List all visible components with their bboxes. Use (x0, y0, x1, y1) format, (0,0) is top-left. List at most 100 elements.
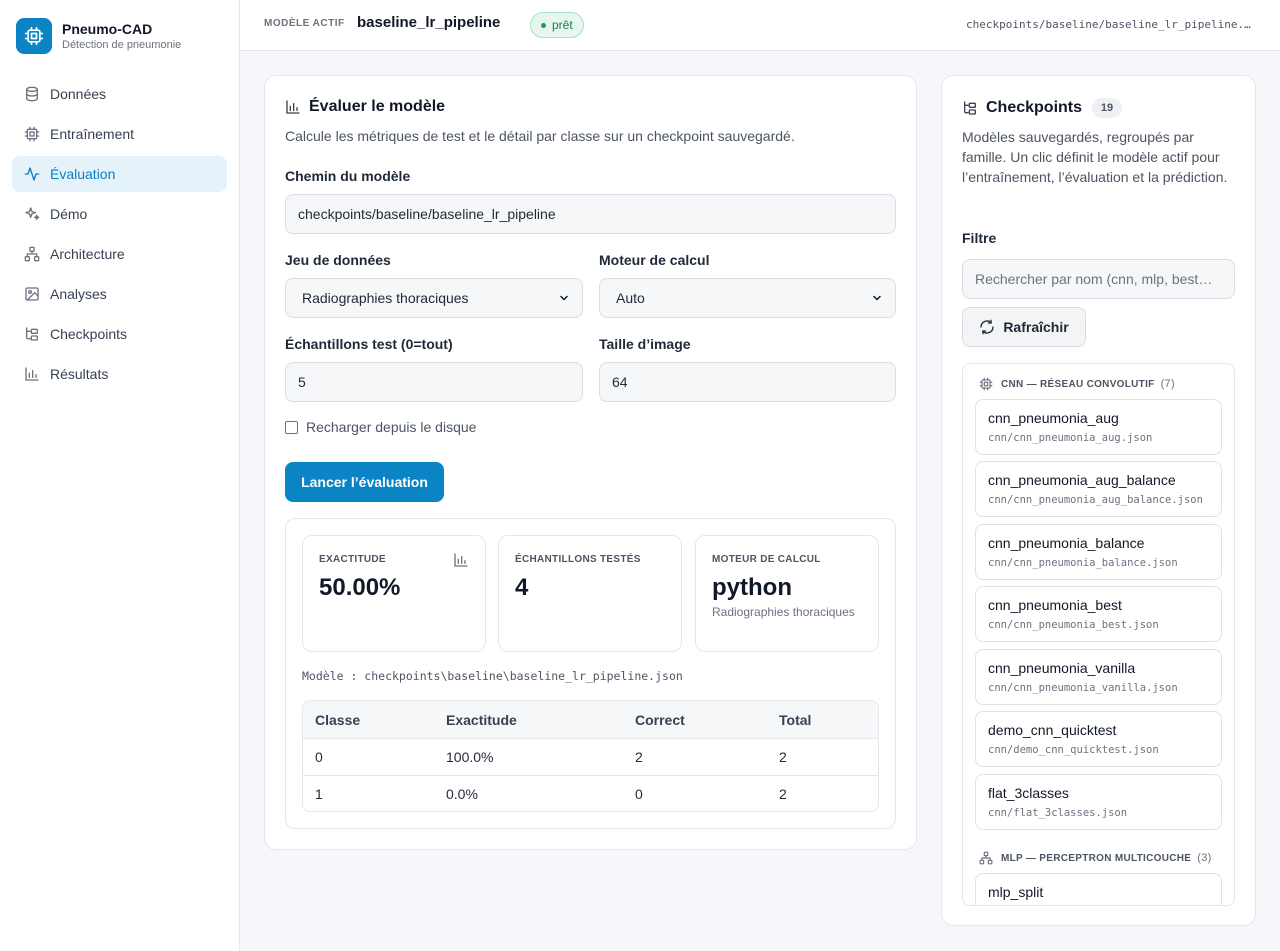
reload-checkbox[interactable] (285, 420, 298, 434)
active-model-name: baseline_lr_pipeline (357, 14, 501, 31)
sparkles-icon (25, 207, 40, 220)
active-model-path: checkpoints/baseline/baseline_lr_pipelin… (966, 18, 1256, 31)
checkpoint-name: mlp_split (988, 884, 1044, 900)
reload-checkbox-row[interactable]: Recharger depuis le disque (285, 419, 476, 435)
network-icon (24, 246, 40, 262)
samples-value: 5 (298, 374, 306, 390)
refresh-icon (980, 319, 994, 335)
checkpoints-description: Modèles sauvegardés, regroupés par famil… (962, 129, 1228, 185)
model-path-label: Chemin du modèle (285, 168, 411, 184)
sidebar-item-label: Entraînement (50, 126, 135, 142)
image-size-input[interactable]: 64 (599, 362, 896, 402)
sidebar-item-donnees[interactable]: Données (12, 76, 227, 112)
reload-label: Recharger depuis le disque (306, 419, 477, 435)
checkpoint-item[interactable]: cnn_pneumonia_balance cnn/cnn_pneumonia_… (975, 524, 1222, 580)
samples-tested-value: 4 (515, 574, 529, 601)
table-header-cell: Classe (315, 711, 361, 728)
folder-tree-icon (964, 101, 976, 115)
app-subtitle: Détection de pneumonie (62, 39, 182, 51)
cpu-icon (979, 377, 993, 391)
image-size-label: Taille d’image (599, 336, 691, 352)
checkpoint-item[interactable]: cnn_pneumonia_aug cnn/cnn_pneumonia_aug.… (975, 399, 1222, 455)
sidebar-item-label: Résultats (50, 366, 109, 382)
evaluate-description: Calcule les métriques de test et le déta… (285, 128, 795, 144)
table-cell: 0 (635, 786, 643, 802)
checkpoint-item[interactable]: flat_3classes cnn/flat_3classes.json (975, 774, 1222, 830)
active-model-label: MODÈLE ACTIF (264, 18, 345, 29)
checkpoint-item[interactable]: demo_cnn_quicktest cnn/demo_cnn_quicktes… (975, 711, 1222, 767)
class-table: Classe Exactitude Correct Total 0 100.0%… (302, 700, 879, 812)
bar-chart-icon (286, 100, 300, 114)
engine-stat-label: MOTEUR DE CALCUL (712, 554, 821, 565)
checkpoint-name: flat_3classes (988, 785, 1069, 801)
checkpoint-name: cnn_pneumonia_best (988, 597, 1122, 613)
sidebar-item-demo[interactable]: Démo (12, 196, 227, 232)
checkpoint-file: cnn/cnn_pneumonia_aug.json (988, 432, 1153, 444)
dataset-select[interactable]: Radiographies thoraciques (285, 278, 583, 318)
accuracy-value: 50.00% (319, 574, 401, 601)
top-header: MODÈLE ACTIF baseline_lr_pipeline prêt c… (240, 0, 1280, 51)
refresh-label: Rafraîchir (1003, 319, 1069, 335)
refresh-button[interactable]: Rafraîchir (962, 307, 1086, 347)
sidebar-item-analyses[interactable]: Analyses (12, 276, 227, 312)
filter-label: Filtre (962, 230, 997, 246)
sidebar-item-evaluation[interactable]: Évaluation (12, 156, 227, 192)
sidebar-item-entrainement[interactable]: Entraînement (12, 116, 227, 152)
checkpoint-name: demo_cnn_quicktest (988, 722, 1117, 738)
checkpoints-title-text: Checkpoints (986, 99, 1083, 116)
model-path-input[interactable]: checkpoints/baseline/baseline_lr_pipelin… (285, 194, 896, 234)
group-header-mlp: MLP — PERCEPTRON MULTICOUCHE (3) (979, 851, 1212, 865)
table-header-row: Classe Exactitude Correct Total (303, 701, 878, 738)
search-placeholder: Rechercher par nom (cnn, mlp, best… (975, 271, 1213, 287)
table-cell: 0.0% (446, 786, 478, 802)
chevron-down-icon (873, 295, 881, 301)
status-badge: prêt (530, 12, 584, 38)
table-row: 1 0.0% 0 2 (303, 775, 878, 811)
checkpoint-name: cnn_pneumonia_vanilla (988, 660, 1136, 676)
sidebar-item-label: Architecture (50, 246, 125, 262)
cpu-icon (24, 126, 40, 142)
checkpoint-item[interactable]: cnn_pneumonia_aug_balance cnn/cnn_pneumo… (975, 461, 1222, 517)
samples-input[interactable]: 5 (285, 362, 583, 402)
checkpoint-item[interactable]: cnn_pneumonia_best cnn/cnn_pneumonia_bes… (975, 586, 1222, 642)
image-size-value: 64 (612, 374, 628, 390)
model-path-value: checkpoints/baseline/baseline_lr_pipelin… (298, 206, 556, 222)
dataset-value: Radiographies thoraciques (302, 290, 469, 306)
evaluate-card: Évaluer le modèle Calcule les métriques … (264, 75, 917, 850)
checkpoint-file: cnn/cnn_pneumonia_aug_balance.json (988, 494, 1203, 506)
cpu-logo-icon (16, 18, 52, 54)
chevron-down-icon (560, 295, 568, 301)
checkpoint-item[interactable]: cnn_pneumonia_vanilla cnn/cnn_pneumonia_… (975, 649, 1222, 705)
bar-chart-icon (454, 553, 468, 567)
accuracy-label: EXACTITUDE (319, 554, 386, 565)
checkpoint-list[interactable]: CNN — RÉSEAU CONVOLUTIF (7) cnn_pneumoni… (962, 363, 1235, 906)
checkpoint-file: cnn/cnn_pneumonia_best.json (988, 619, 1159, 631)
table-cell: 2 (635, 749, 643, 765)
samples-stat: ÉCHANTILLONS TESTÉS 4 (498, 535, 682, 652)
checkpoints-title: Checkpoints 19 (962, 98, 1123, 118)
sidebar-nav: Données Entraînement Évaluation Démo Arc… (12, 76, 227, 396)
table-cell: 2 (779, 749, 787, 765)
checkpoint-name: cnn_pneumonia_aug_balance (988, 472, 1176, 488)
sidebar: Pneumo-CAD Détection de pneumonie Donnée… (0, 0, 240, 951)
sidebar-item-label: Analyses (50, 286, 107, 302)
engine-label: Moteur de calcul (599, 252, 710, 268)
sidebar-item-checkpoints[interactable]: Checkpoints (12, 316, 227, 352)
sidebar-item-label: Démo (50, 206, 88, 222)
checkpoint-name: cnn_pneumonia_aug (988, 410, 1119, 426)
evaluate-title-text: Évaluer le modèle (309, 98, 446, 115)
group-name: CNN — RÉSEAU CONVOLUTIF (1001, 378, 1155, 390)
status-text: prêt (552, 18, 573, 32)
run-evaluation-button[interactable]: Lancer l’évaluation (285, 462, 444, 502)
table-header-cell: Correct (635, 711, 685, 728)
checkpoint-search-input[interactable]: Rechercher par nom (cnn, mlp, best… (962, 259, 1235, 299)
table-header-cell: Total (779, 711, 812, 728)
activity-icon (24, 167, 40, 181)
checkpoints-count-badge: 19 (1092, 98, 1123, 118)
sidebar-item-resultats[interactable]: Résultats (12, 356, 227, 392)
sidebar-item-architecture[interactable]: Architecture (12, 236, 227, 272)
result-model-path: Modèle : checkpoints\baseline\baseline_l… (302, 669, 683, 683)
checkpoint-file: cnn/demo_cnn_quicktest.json (988, 744, 1159, 756)
checkpoint-item[interactable]: mlp_split (975, 873, 1222, 905)
engine-select[interactable]: Auto (599, 278, 896, 318)
